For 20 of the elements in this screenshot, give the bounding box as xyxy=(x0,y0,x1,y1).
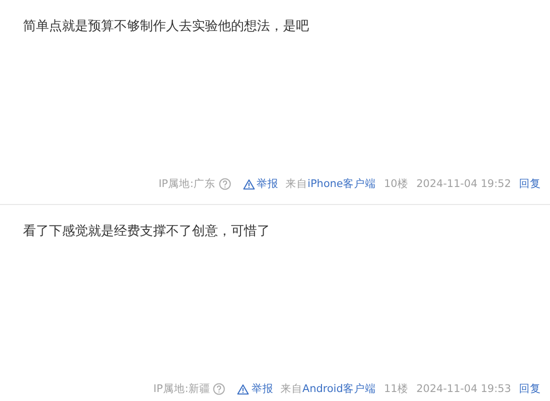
source-label: 来自 xyxy=(286,178,308,190)
post-text: 简单点就是预算不够制作人去实验他的想法，是吧 xyxy=(23,18,310,36)
reply-link[interactable]: 回复 xyxy=(519,177,541,191)
post-time: 2024-11-04 19:52 xyxy=(416,178,511,190)
warning-icon xyxy=(242,178,255,190)
floor-number: 11楼 xyxy=(384,382,408,396)
post-text: 看了下感觉就是经费支撑不了创意，可惜了 xyxy=(23,223,271,241)
client-link[interactable]: iPhone客户端 xyxy=(308,178,376,190)
reply-link[interactable]: 回复 xyxy=(519,382,541,396)
ip-location: IP属地:新疆 xyxy=(153,382,210,396)
report-link[interactable]: 举报 xyxy=(242,177,279,191)
help-icon[interactable] xyxy=(218,178,231,190)
report-link[interactable]: 举报 xyxy=(237,382,274,396)
ip-location: IP属地:广东 xyxy=(158,177,216,191)
warning-icon xyxy=(237,384,250,394)
post-time: 2024-11-04 19:53 xyxy=(416,383,511,395)
floor-number: 10楼 xyxy=(384,177,408,191)
client-link[interactable]: Android客户端 xyxy=(302,383,376,395)
help-icon[interactable] xyxy=(213,383,226,395)
source-label: 来自 xyxy=(280,383,302,395)
